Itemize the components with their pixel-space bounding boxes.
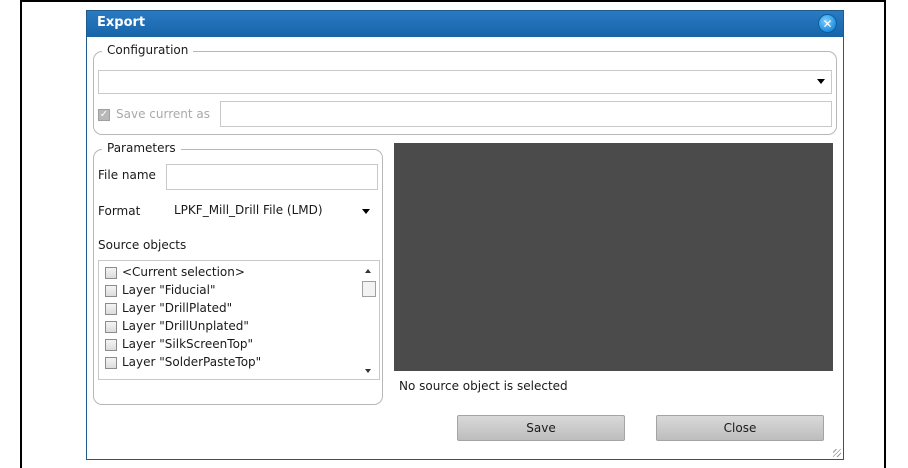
scroll-down-icon[interactable]: [365, 369, 371, 373]
source-object-label: Layer "Fiducial": [122, 283, 216, 297]
file-name-input[interactable]: [166, 164, 378, 190]
source-object-label: Layer "DrillUnplated": [122, 319, 249, 333]
chevron-down-icon: [362, 209, 370, 214]
frame-border: [20, 0, 22, 468]
preview-status-text: No source object is selected: [399, 379, 568, 393]
save-button[interactable]: Save: [457, 415, 625, 441]
source-object-label: Layer "SolderPasteTop": [122, 355, 262, 369]
resize-grip-icon[interactable]: [833, 449, 841, 457]
source-object-checkbox[interactable]: [105, 267, 117, 279]
frame-border: [20, 0, 886, 2]
source-objects-label: Source objects: [98, 238, 187, 252]
source-object-label: Layer "SilkScreenTop": [122, 337, 254, 351]
source-objects-list[interactable]: <Current selection> Layer "Fiducial" Lay…: [98, 260, 380, 380]
source-object-checkbox[interactable]: [105, 303, 117, 315]
source-object-checkbox[interactable]: [105, 339, 117, 351]
close-button[interactable]: Close: [656, 415, 824, 441]
preview-pane: [394, 143, 833, 371]
close-icon[interactable]: ✕: [818, 14, 837, 33]
source-object-checkbox[interactable]: [105, 285, 117, 297]
save-current-as-label: Save current as: [116, 107, 210, 121]
source-object-label: Layer "DrillPlated": [122, 301, 233, 315]
configuration-group: Configuration ✓ Save current as: [93, 43, 837, 135]
scrollbar-thumb[interactable]: [362, 281, 376, 297]
export-dialog: Export ✕ Configuration ✓ Save current as…: [86, 10, 844, 460]
chevron-down-icon: [817, 79, 825, 84]
title-bar[interactable]: Export ✕: [87, 11, 843, 37]
source-object-label: <Current selection>: [122, 265, 245, 279]
list-scrollbar[interactable]: [361, 263, 377, 377]
save-name-input[interactable]: [220, 101, 832, 127]
scroll-up-icon[interactable]: [365, 269, 371, 273]
parameters-group: Parameters File name Format LPKF_Mill_Dr…: [93, 141, 383, 405]
format-selected-value: LPKF_Mill_Drill File (LMD): [174, 203, 323, 217]
configuration-label: Configuration: [102, 43, 194, 57]
format-dropdown[interactable]: LPKF_Mill_Drill File (LMD): [166, 198, 378, 224]
dialog-title: Export: [97, 15, 146, 30]
file-name-label: File name: [98, 168, 156, 182]
parameters-label: Parameters: [102, 141, 181, 155]
source-object-checkbox[interactable]: [105, 321, 117, 333]
format-label: Format: [98, 204, 141, 218]
frame-border: [884, 0, 886, 468]
configuration-dropdown[interactable]: [98, 70, 832, 94]
save-current-as-checkbox[interactable]: ✓: [98, 109, 110, 121]
source-object-checkbox[interactable]: [105, 357, 117, 369]
